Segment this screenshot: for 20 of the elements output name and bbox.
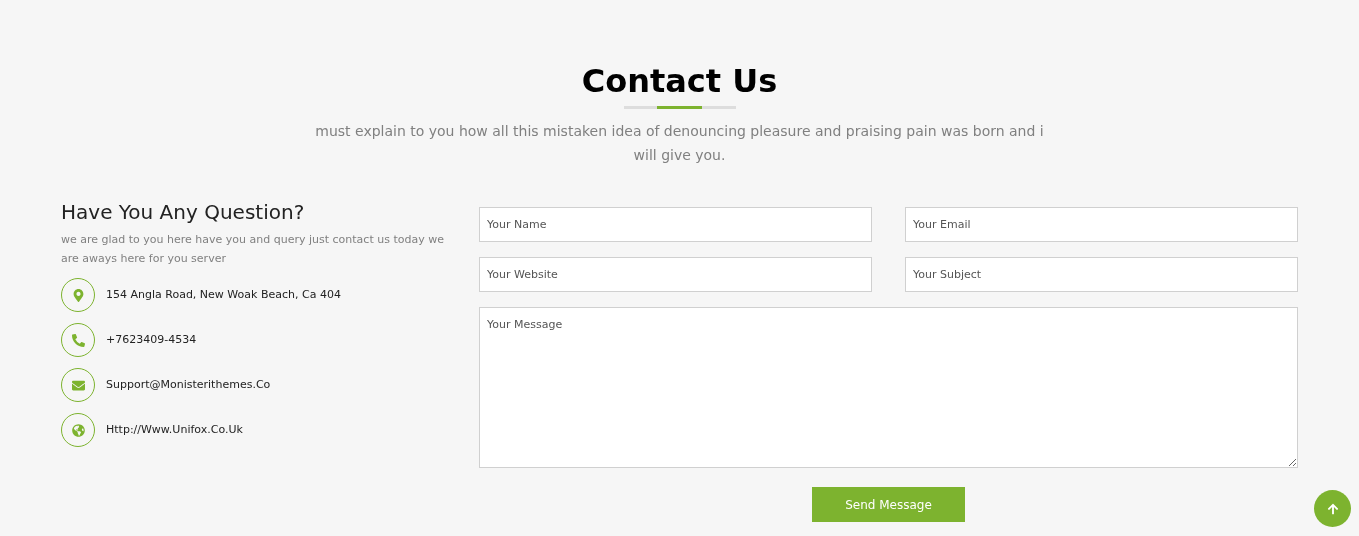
text-field[interactable]: Your Email [905,207,1298,242]
section-subtitle: must explain to you how all this mistaken idea of denouncing pleasure and praising pain was born and i will give you. [314,122,1045,165]
text-field[interactable]: Your Name [479,207,872,242]
scroll-to-top-button[interactable] [1314,490,1351,527]
info-heading: Have You Any Question? [61,199,306,226]
envelope-icon [71,378,85,392]
contact-detail: +7623409-4534 [106,331,197,348]
contact-detail: Support@Monisterithemes.Co [106,376,271,393]
contact-detail: 154 Angla Road, New Woak Beach, Ca 404 [106,286,341,303]
map-pin-icon [71,288,85,302]
arrow-up-icon [1326,502,1339,515]
text-field[interactable]: Your Subject [905,257,1298,292]
info-text: we are glad to you here have you and query just contact us today we are aways here for you server [61,232,445,267]
message-field[interactable]: Your Message [479,307,1298,468]
globe-icon [71,423,85,437]
contact-detail: Http://Www.Unifox.Co.Uk [106,421,243,438]
phone-icon [71,333,85,347]
text-field[interactable]: Your Website [479,257,872,292]
section-title: Contact Us [581,61,778,102]
send-message-button[interactable]: Send Message [812,487,965,522]
